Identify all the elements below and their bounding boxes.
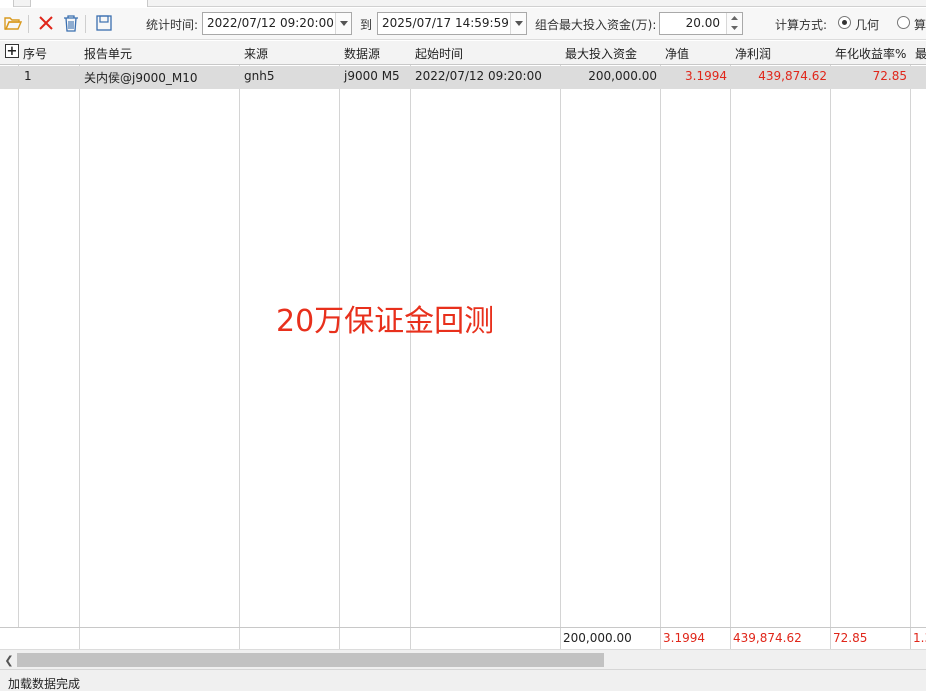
- max-invest-stepper[interactable]: 20.00: [659, 12, 743, 35]
- cell-net-profit: 439,874.62: [758, 69, 827, 83]
- cell-max-invest: 200,000.00: [588, 69, 657, 83]
- cell-net-value: 3.1994: [685, 69, 727, 83]
- footer-net-value: 3.1994: [663, 631, 705, 645]
- spin-up-icon[interactable]: [727, 13, 742, 23]
- start-time-value: 2022/07/12 09:20:00: [207, 16, 334, 30]
- col-start-time[interactable]: 起始时间: [415, 45, 463, 62]
- col-net-value[interactable]: 净值: [665, 45, 689, 62]
- table-header: + 序号 报告单元 来源 数据源 起始时间 最大投入资金 净值 净利润 年化收益…: [0, 41, 926, 65]
- footer-annual-return: 72.85: [833, 631, 868, 645]
- chevron-down-icon[interactable]: [510, 13, 526, 34]
- end-time-field[interactable]: 2025/07/17 14:59:59: [377, 12, 527, 35]
- chevron-down-icon[interactable]: [335, 13, 351, 34]
- start-time-field[interactable]: 2022/07/12 09:20:00: [202, 12, 352, 35]
- col-max-invest[interactable]: 最大投入资金: [565, 45, 637, 62]
- tab-strip: [0, 0, 926, 7]
- col-index[interactable]: 序号: [23, 45, 47, 62]
- overlay-annotation: 20万保证金回测: [276, 304, 495, 339]
- calc-geometric-label: 几何: [855, 18, 880, 32]
- max-invest-label: 组合最大投入资金(万):: [535, 18, 657, 32]
- cell-source: gnh5: [244, 69, 275, 83]
- footer-partial: 1.3: [913, 631, 926, 645]
- expand-plus-icon[interactable]: +: [5, 44, 19, 58]
- scrollbar-thumb[interactable]: [17, 653, 604, 667]
- tab-active[interactable]: [30, 0, 148, 7]
- calc-arithmetic-radio[interactable]: [897, 16, 910, 29]
- cell-report-unit: 关内侯@j9000_M10: [84, 71, 198, 85]
- max-invest-value: 20.00: [685, 16, 720, 30]
- col-report-unit[interactable]: 报告单元: [84, 45, 132, 62]
- table-row[interactable]: 1 关内侯@j9000_M10 gnh5 j9000 M5 2022/07/12…: [0, 66, 926, 89]
- spin-down-icon[interactable]: [727, 23, 742, 33]
- col-annual-return[interactable]: 年化收益率%: [835, 45, 906, 62]
- scroll-left-icon[interactable]: ❮: [2, 652, 16, 668]
- tab-left[interactable]: [0, 0, 14, 7]
- col-partial[interactable]: 最: [915, 45, 926, 62]
- calc-arithmetic-label: 算: [914, 18, 926, 32]
- cell-annual-return: 72.85: [872, 69, 907, 83]
- stat-time-label: 统计时间:: [146, 18, 199, 32]
- cell-data-source: j9000 M5: [344, 69, 400, 83]
- save-icon[interactable]: [93, 12, 115, 34]
- col-data-source[interactable]: 数据源: [344, 45, 380, 62]
- end-time-value: 2025/07/17 14:59:59: [382, 16, 509, 30]
- calc-method-label: 计算方式:: [775, 18, 828, 32]
- to-label: 到: [360, 18, 373, 32]
- toolbar: 统计时间: 2022/07/12 09:20:00 到 2025/07/17 1…: [0, 8, 926, 40]
- col-net-profit[interactable]: 净利润: [735, 45, 771, 62]
- footer-max-invest: 200,000.00: [563, 631, 632, 645]
- open-folder-icon[interactable]: [2, 12, 24, 34]
- trash-icon[interactable]: [60, 12, 82, 34]
- delete-icon[interactable]: [35, 12, 57, 34]
- calc-geometric-radio[interactable]: [838, 16, 851, 29]
- cell-index: 1: [24, 69, 32, 83]
- horizontal-scrollbar[interactable]: ❮: [0, 649, 926, 669]
- table-footer-summary: 200,000.00 3.1994 439,874.62 72.85 1.3: [0, 627, 926, 649]
- status-bar: 加载数据完成: [0, 669, 926, 691]
- results-grid: + 序号 报告单元 来源 数据源 起始时间 最大投入资金 净值 净利润 年化收益…: [0, 41, 926, 649]
- status-text: 加载数据完成: [8, 677, 81, 691]
- cell-start-time: 2022/07/12 09:20:00: [415, 69, 542, 83]
- footer-net-profit: 439,874.62: [733, 631, 802, 645]
- col-source[interactable]: 来源: [244, 45, 268, 62]
